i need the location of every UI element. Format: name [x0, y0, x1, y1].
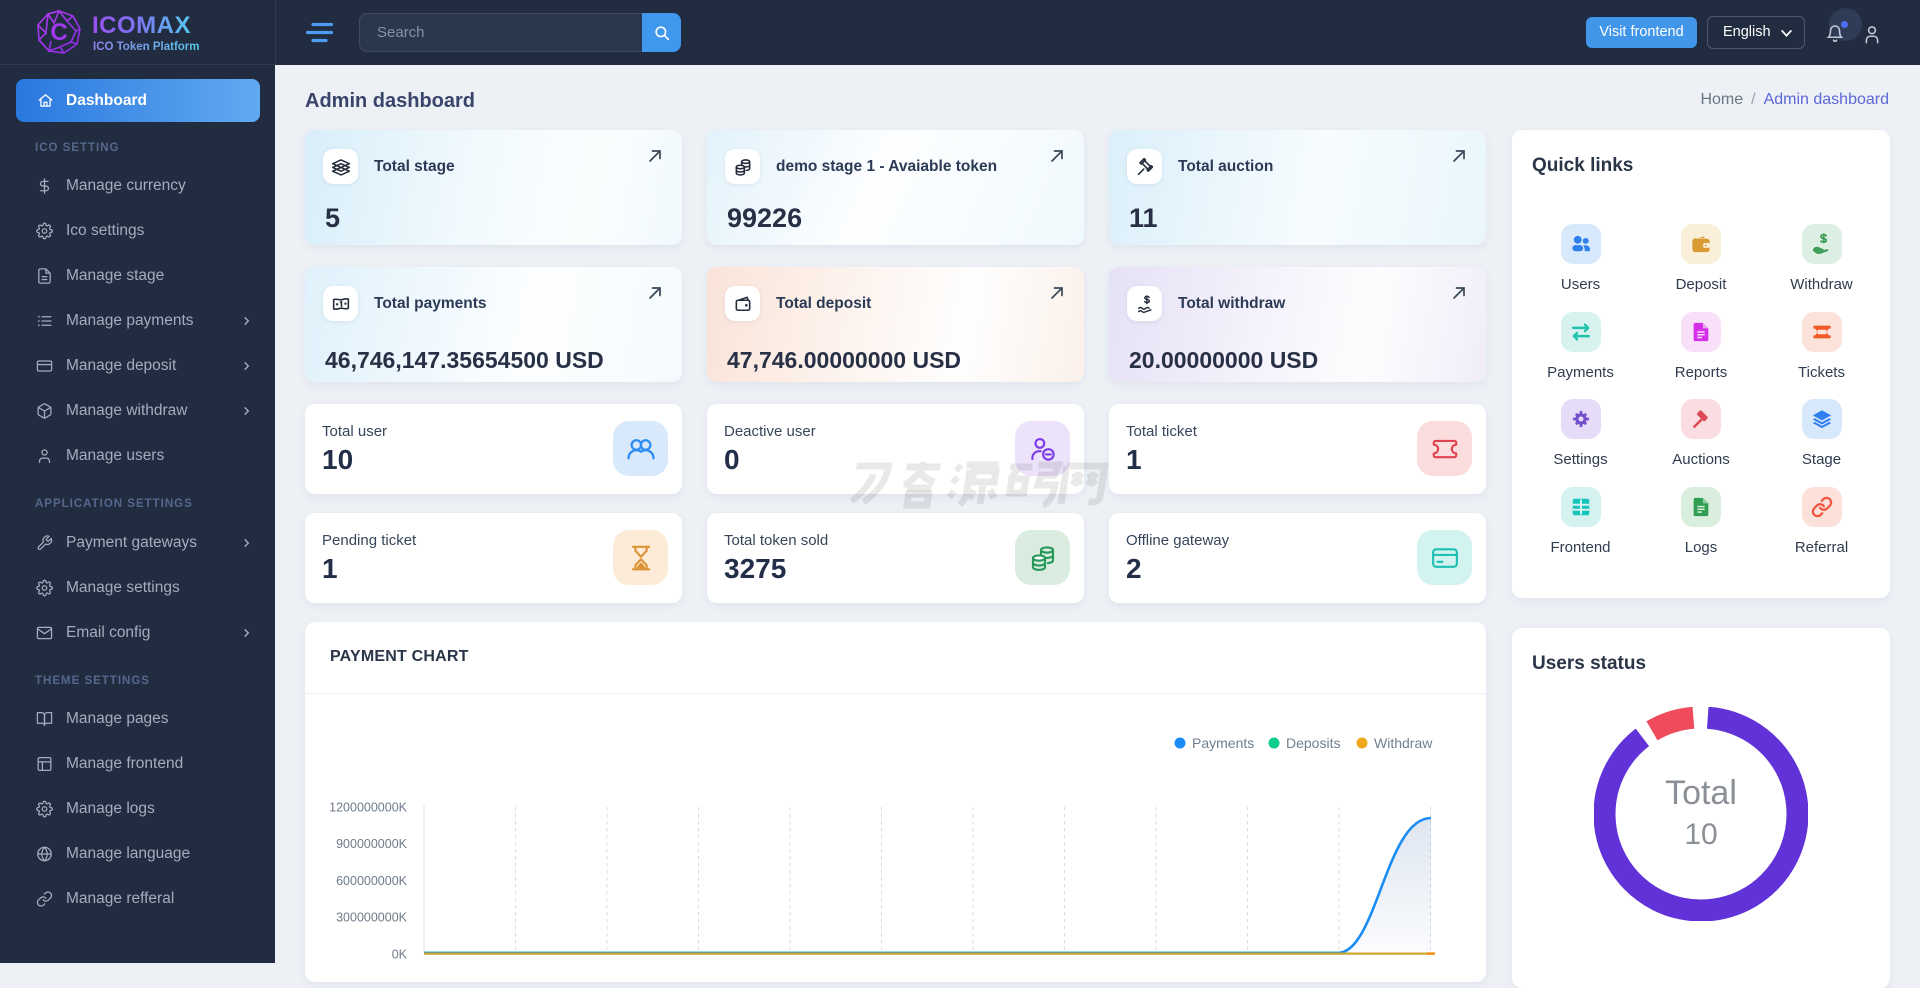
svg-text:300000000K: 300000000K	[336, 911, 408, 925]
svg-text:0K: 0K	[392, 948, 408, 962]
svg-text:900000000K: 900000000K	[336, 837, 408, 851]
svg-text:Deposits: Deposits	[1286, 735, 1340, 751]
svg-text:Payments: Payments	[1192, 735, 1254, 751]
svg-text:1200000000K: 1200000000K	[329, 801, 408, 815]
svg-text:600000000K: 600000000K	[336, 874, 408, 888]
svg-text:C: C	[50, 19, 67, 46]
svg-text:Withdraw: Withdraw	[1374, 735, 1433, 751]
